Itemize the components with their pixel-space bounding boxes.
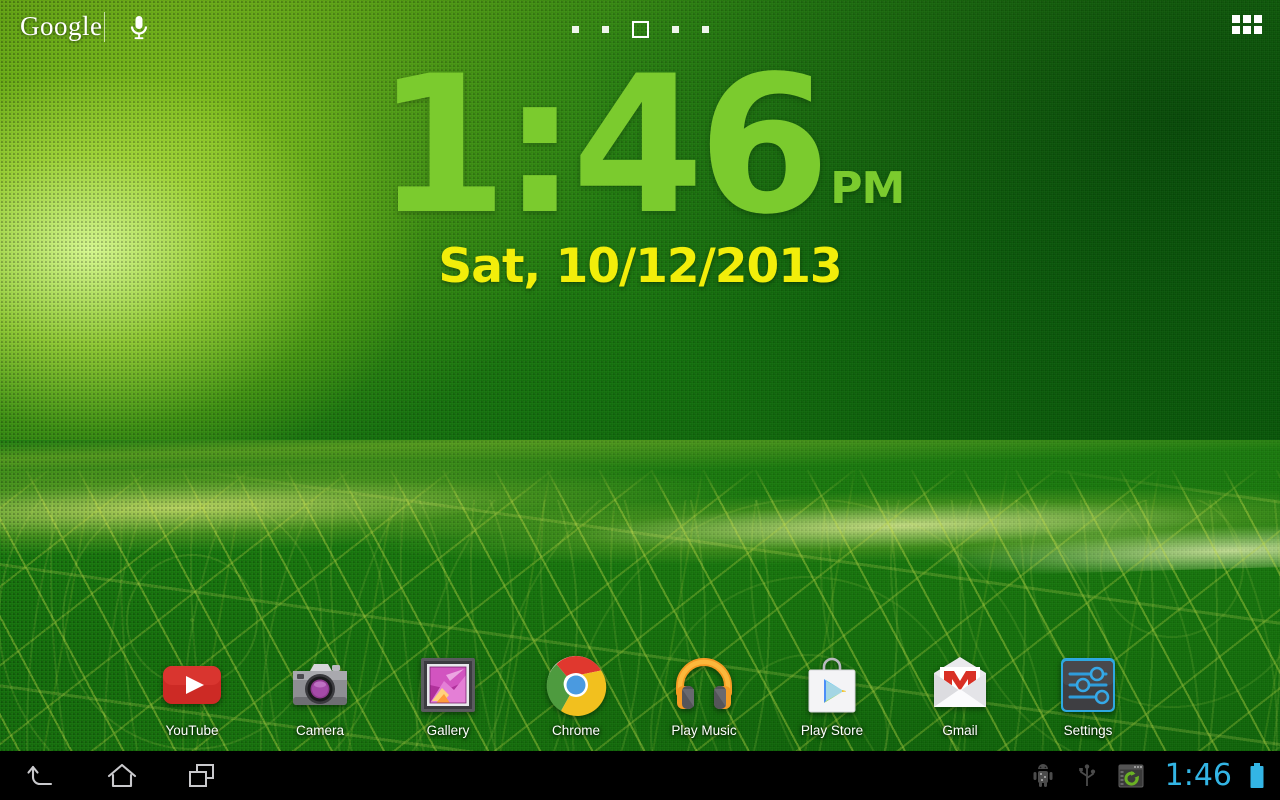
apps-grid-cell	[1232, 26, 1240, 34]
settings-icon	[1056, 653, 1120, 717]
app-shortcut-gmail[interactable]: Gmail	[918, 653, 1002, 738]
app-label: Chrome	[551, 723, 600, 738]
home-icon[interactable]	[82, 751, 162, 800]
apps-grid-cell	[1243, 26, 1251, 34]
app-label: Play Music	[671, 723, 737, 738]
app-shortcut-youtube[interactable]: YouTube	[150, 653, 234, 738]
youtube-icon	[160, 653, 224, 717]
app-shortcut-gallery[interactable]: Gallery	[406, 653, 490, 738]
google-search-bar[interactable]: Google	[0, 0, 1280, 56]
recent-apps-icon[interactable]	[162, 751, 242, 800]
search-bar-divider	[104, 12, 105, 42]
apps-grid-icon[interactable]	[1232, 15, 1262, 37]
apps-grid-cell	[1232, 15, 1240, 23]
camera-icon	[288, 653, 352, 717]
app-shortcut-row: YouTube Camera Gallery Chrome Play Music…	[0, 653, 1280, 738]
microphone-icon[interactable]	[124, 12, 154, 44]
app-label: Gallery	[426, 723, 470, 738]
app-shortcut-camera[interactable]: Camera	[278, 653, 362, 738]
play-music-icon	[672, 653, 736, 717]
app-shortcut-settings[interactable]: Settings	[1046, 653, 1130, 738]
system-navigation-bar: 1:46	[0, 751, 1280, 800]
apps-grid-cell	[1254, 26, 1262, 34]
gallery-icon	[416, 653, 480, 717]
android-homescreen: Google 1:46 PM Sat, 10/12/2013 YouTube C…	[0, 0, 1280, 800]
android-debug-icon[interactable]	[1021, 751, 1065, 800]
leaf-photo	[0, 440, 1280, 800]
app-shortcut-play-store[interactable]: Play Store	[790, 653, 874, 738]
app-label: Play Store	[800, 723, 864, 738]
app-label: Settings	[1063, 723, 1113, 738]
sync-window-icon[interactable]	[1109, 751, 1153, 800]
app-label: YouTube	[165, 723, 219, 738]
chrome-icon	[544, 653, 608, 717]
apps-grid-cell	[1243, 15, 1251, 23]
status-bar-clock[interactable]: 1:46	[1153, 760, 1240, 791]
back-arrow-icon[interactable]	[2, 751, 82, 800]
gmail-icon	[928, 653, 992, 717]
app-shortcut-play-music[interactable]: Play Music	[662, 653, 746, 738]
google-logo[interactable]: Google	[20, 11, 102, 42]
app-shortcut-chrome[interactable]: Chrome	[534, 653, 618, 738]
apps-grid-cell	[1254, 15, 1262, 23]
battery-full-icon[interactable]	[1240, 751, 1274, 800]
app-label: Gmail	[942, 723, 978, 738]
status-icon-tray: 1:46	[1021, 751, 1280, 800]
app-label: Camera	[295, 723, 344, 738]
play-store-icon	[800, 653, 864, 717]
usb-icon[interactable]	[1065, 751, 1109, 800]
